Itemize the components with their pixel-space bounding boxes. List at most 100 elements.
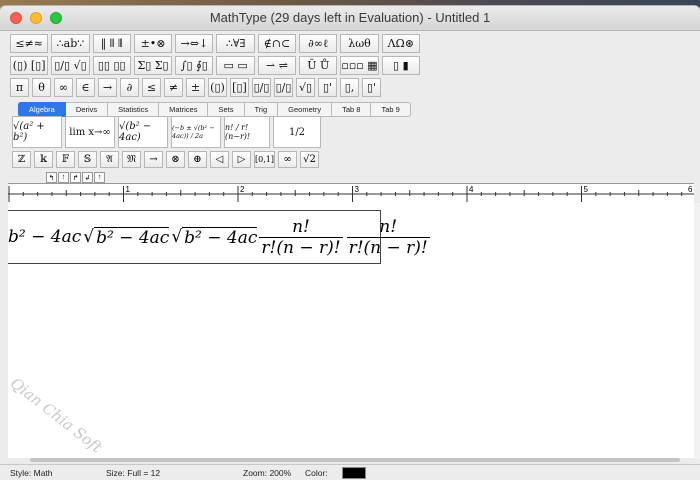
operators-palette-button[interactable]: ±•⊗ (133, 34, 173, 53)
brackets-button[interactable]: [▯] (230, 78, 249, 97)
fraktur-a-symbol-button[interactable]: 𝔄 (100, 151, 119, 168)
misc-symbols-palette-button[interactable]: ∂∞ℓ (299, 34, 338, 53)
theta-button[interactable]: θ (32, 78, 51, 97)
square-root-button[interactable]: √▯ (296, 78, 315, 97)
close-button[interactable] (10, 12, 22, 24)
fraction-radical-templates-button[interactable]: ▯/▯ √▯ (51, 56, 90, 75)
field-symbol-button[interactable]: 𝔽 (56, 151, 75, 168)
arrow-symbol-button[interactable]: → (144, 151, 163, 168)
radical-discriminant-2: b² − 4ac (182, 226, 258, 248)
parentheses-button[interactable]: (▯) (208, 78, 227, 97)
zoom-button[interactable] (50, 12, 62, 24)
tab-sets[interactable]: Sets (208, 102, 245, 117)
status-zoom: Zoom: 200% (243, 468, 292, 478)
logic-palette-button[interactable]: ∴∀∃ (216, 34, 255, 53)
equation-line[interactable]: b² − 4ac √ b² − 4ac √ b² − 4ac n! r!(n − r… (8, 210, 430, 264)
s-symbol-button[interactable]: 𝕊 (78, 151, 97, 168)
overbar-templates-button[interactable]: ▭ ▭ (216, 56, 255, 75)
horizontal-scrollbar[interactable] (30, 458, 680, 462)
oplus-symbol-button[interactable]: ⊕ (188, 151, 207, 168)
sqrt2-symbol-button[interactable]: √2 (300, 151, 319, 168)
k-symbol-button[interactable]: 𝕜 (34, 151, 53, 168)
subscript-templates-button[interactable]: ▯▯ ▯▯ (92, 56, 131, 75)
arrows-palette-button[interactable]: →⇔↓ (175, 34, 214, 53)
tab-algebra[interactable]: Algebra (18, 102, 66, 117)
equation-editor[interactable]: b² − 4ac √ b² − 4ac √ b² − 4ac n! r!(n − r… (8, 204, 694, 458)
not-equal-button[interactable]: ≠ (164, 78, 183, 97)
ruler[interactable]: 1 2 3 4 5 6 (8, 183, 694, 205)
decimal-tab-stop-button[interactable]: ↑ (94, 172, 105, 183)
status-size: Size: Full = 12 (106, 468, 161, 478)
title-bar[interactable]: MathType (29 days left in Evaluation) - … (0, 6, 700, 31)
template-one-half[interactable]: 1/2 (273, 116, 321, 148)
right-tab-stop-button[interactable]: ↱ (70, 172, 81, 183)
palette-row-2: (▯) [▯] ▯/▯ √▯ ▯▯ ▯▯ Σ▯ Σ▯ ∫▯ ∮▯ ▭ ▭ ⇀ ⇌… (10, 56, 420, 75)
status-color-label: Color: (305, 468, 328, 478)
set-theory-palette-button[interactable]: ∉∩⊂ (257, 34, 297, 53)
template-combination[interactable]: n! / r!(n−r)! (224, 116, 270, 148)
vertical-scrollbar[interactable] (694, 203, 700, 459)
ruler-label: 3 (355, 185, 360, 194)
tab-9[interactable]: Tab 9 (371, 102, 411, 117)
embellishments-palette-button[interactable]: ‖ ⫴ ⦀ (92, 34, 131, 53)
template-quadratic-formula[interactable]: (−b ± √(b² − 4ac)) / 2a (171, 116, 221, 148)
integers-symbol-button[interactable]: ℤ (12, 151, 31, 168)
ruler-label: 6 (688, 185, 693, 194)
slash-fraction-button[interactable]: ▯/▯ (274, 78, 293, 97)
template-hypotenuse[interactable]: √(a² + b²) (12, 116, 62, 148)
greek-lowercase-palette-button[interactable]: λωθ (340, 34, 379, 53)
ruler-label: 1 (126, 185, 131, 194)
greek-uppercase-palette-button[interactable]: ΛΩ⊛ (381, 34, 420, 53)
radical-discriminant-1: b² − 4ac (94, 226, 170, 248)
labeled-arrow-templates-button[interactable]: ⇀ ⇌ (257, 56, 297, 75)
color-swatch[interactable] (342, 467, 366, 479)
tab-8[interactable]: Tab 8 (332, 102, 372, 117)
ruler-label: 4 (469, 185, 474, 194)
subscript-button[interactable]: ▯, (340, 78, 359, 97)
integral-templates-button[interactable]: ∫▯ ∮▯ (175, 56, 214, 75)
ruler-label: 2 (240, 185, 245, 194)
fraction-button[interactable]: ▯/▯ (252, 78, 271, 97)
ruler-label: 5 (584, 185, 589, 194)
tab-trig[interactable]: Trig (244, 102, 279, 117)
right-triangle-symbol-button[interactable]: ▷ (232, 151, 251, 168)
infinity-symbol-button[interactable]: ∞ (278, 151, 297, 168)
tab-derivs[interactable]: Derivs (65, 102, 109, 117)
summation-templates-button[interactable]: Σ▯ Σ▯ (133, 56, 173, 75)
left-triangle-symbol-button[interactable]: ◁ (210, 151, 229, 168)
less-equal-button[interactable]: ≤ (142, 78, 161, 97)
fraktur-m-symbol-button[interactable]: 𝔐 (122, 151, 141, 168)
symbol-palette: ≤≠≈ ∴ab∵ ‖ ⫴ ⦀ ±•⊗ →⇔↓ ∴∀∃ ∉∩⊂ ∂∞ℓ λωθ Λ… (10, 34, 420, 100)
left-tab-stop-button[interactable]: ↰ (46, 172, 57, 183)
element-of-button[interactable]: ∈ (76, 78, 95, 97)
palette-row-3: π θ ∞ ∈ → ∂ ≤ ≠ ± (▯) [▯] ▯/▯ ▯/▯ √▯ ▯' … (10, 78, 420, 97)
tab-matrices[interactable]: Matrices (159, 102, 209, 117)
partial-button[interactable]: ∂ (120, 78, 139, 97)
superscript-button[interactable]: ▯' (318, 78, 337, 97)
tab-geometry[interactable]: Geometry (278, 102, 333, 117)
pi-button[interactable]: π (10, 78, 29, 97)
matrix-templates-button[interactable]: ▫▫▫ ▦ (340, 56, 379, 75)
sub-superscript-button[interactable]: ▯' (362, 78, 381, 97)
fraction-denominator: r!(n − r)! (259, 236, 343, 258)
relation-tab-stop-button[interactable]: ↲ (82, 172, 93, 183)
fence-templates-button[interactable]: (▯) [▯] (10, 56, 49, 75)
algebra-template-bar: √(a² + b²) lim x→∞ √(b² − 4ac) (−b ± √(b… (12, 116, 321, 148)
infinity-button[interactable]: ∞ (54, 78, 73, 97)
relations-palette-button[interactable]: ≤≠≈ (10, 34, 49, 53)
spaces-ellipses-palette-button[interactable]: ∴ab∵ (51, 34, 90, 53)
template-discriminant[interactable]: √(b² − 4ac) (118, 116, 168, 148)
fraction-numerator: n! (379, 216, 398, 237)
right-arrow-button[interactable]: → (98, 78, 117, 97)
plus-minus-button[interactable]: ± (186, 78, 205, 97)
otimes-symbol-button[interactable]: ⊗ (166, 151, 185, 168)
box-templates-button[interactable]: ▯ ▮ (381, 56, 420, 75)
minimize-button[interactable] (30, 12, 42, 24)
product-templates-button[interactable]: Ū Ů (299, 56, 338, 75)
fraction-numerator: n! (292, 216, 310, 237)
template-limit[interactable]: lim x→∞ (65, 116, 115, 148)
center-tab-stop-button[interactable]: ↑ (58, 172, 69, 183)
tab-statistics[interactable]: Statistics (108, 102, 160, 117)
combination-fraction-2: n! r!(n − r)! (346, 216, 430, 258)
interval-symbol-button[interactable]: [0,1] (254, 151, 275, 168)
